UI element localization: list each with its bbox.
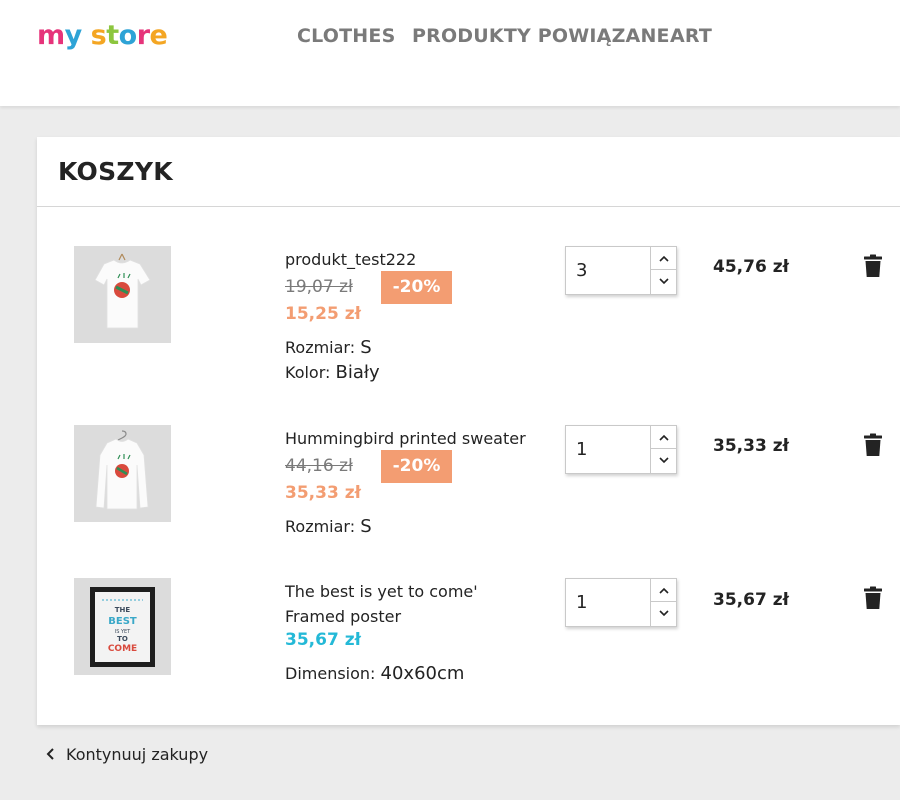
attribute-dimension: Dimension: 40x60cm bbox=[285, 663, 464, 684]
poster-word: TO bbox=[117, 635, 128, 643]
stepper-buttons bbox=[650, 579, 676, 626]
poster-word: THE bbox=[115, 606, 131, 614]
chevron-up-icon bbox=[658, 587, 669, 594]
attribute-value: 40x60cm bbox=[380, 663, 465, 684]
trash-icon[interactable] bbox=[863, 586, 883, 610]
chevron-up-icon bbox=[658, 255, 669, 262]
line-total: 35,33 zł bbox=[713, 436, 789, 456]
chevron-down-icon bbox=[658, 457, 669, 464]
product-name-line: Framed poster bbox=[285, 607, 402, 626]
regular-price: 44,16 zł bbox=[285, 456, 353, 476]
continue-shopping-label: Kontynuuj zakupy bbox=[66, 744, 209, 764]
product-name-line: The best is yet to come' bbox=[285, 582, 478, 601]
attribute-color: Kolor: Biały bbox=[285, 362, 380, 383]
chevron-left-icon bbox=[46, 748, 54, 760]
attribute-label: Rozmiar: bbox=[285, 517, 356, 536]
attribute-size: Rozmiar: S bbox=[285, 516, 372, 537]
attribute-label: Rozmiar: bbox=[285, 338, 356, 357]
quantity-input[interactable] bbox=[567, 248, 649, 293]
discount-badge: -20% bbox=[381, 271, 452, 304]
sweater-image[interactable] bbox=[74, 425, 171, 522]
cart-panel: KOSZYK produkt_test222 19,07 zł -20% 15,… bbox=[37, 137, 900, 725]
quantity-stepper bbox=[565, 425, 677, 474]
attribute-size: Rozmiar: S bbox=[285, 337, 372, 358]
attribute-value: Biały bbox=[335, 362, 380, 383]
chevron-down-icon bbox=[658, 278, 669, 285]
discounted-price: 35,33 zł bbox=[285, 483, 361, 503]
attribute-label: Dimension: bbox=[285, 664, 376, 683]
quantity-increase-button[interactable] bbox=[651, 247, 676, 270]
framed-poster-image[interactable]: THE BEST IS YET TO COME bbox=[74, 578, 171, 675]
discount-badge: -20% bbox=[381, 450, 452, 483]
continue-shopping-link[interactable]: Kontynuuj zakupy bbox=[44, 743, 208, 765]
quantity-input[interactable] bbox=[567, 427, 649, 472]
regular-price: 19,07 zł bbox=[285, 277, 353, 297]
site-header: my store CLOTHES PRODUKTY POWIĄZANE ART bbox=[0, 0, 900, 106]
poster-word: COME bbox=[108, 644, 137, 654]
attribute-label: Kolor: bbox=[285, 363, 331, 382]
quantity-decrease-button[interactable] bbox=[651, 449, 676, 472]
poster-word: BEST bbox=[108, 616, 137, 627]
product-name[interactable]: produkt_test222 bbox=[285, 247, 416, 272]
nav-item-clothes[interactable]: CLOTHES bbox=[297, 25, 395, 47]
quantity-stepper bbox=[565, 578, 677, 627]
attribute-value: S bbox=[360, 516, 372, 537]
trash-icon[interactable] bbox=[863, 433, 883, 457]
tshirt-image[interactable] bbox=[74, 246, 171, 343]
chevron-up-icon bbox=[658, 434, 669, 441]
quantity-stepper bbox=[565, 246, 677, 295]
nav-item-related-products[interactable]: PRODUKTY POWIĄZANE bbox=[412, 25, 670, 47]
quantity-increase-button[interactable] bbox=[651, 579, 676, 602]
cart-title: KOSZYK bbox=[58, 157, 173, 186]
product-name[interactable]: The best is yet to come' Framed poster bbox=[285, 579, 478, 629]
trash-icon[interactable] bbox=[863, 254, 883, 278]
quantity-input[interactable] bbox=[567, 580, 649, 625]
nav-item-art[interactable]: ART bbox=[670, 25, 712, 47]
stepper-buttons bbox=[650, 247, 676, 294]
product-name[interactable]: Hummingbird printed sweater bbox=[285, 426, 526, 451]
line-total: 45,76 zł bbox=[713, 257, 789, 277]
line-total: 35,67 zł bbox=[713, 590, 789, 610]
divider bbox=[37, 206, 900, 207]
quantity-decrease-button[interactable] bbox=[651, 270, 676, 293]
attribute-value: S bbox=[360, 337, 372, 358]
stepper-buttons bbox=[650, 426, 676, 473]
quantity-increase-button[interactable] bbox=[651, 426, 676, 449]
discounted-price: 15,25 zł bbox=[285, 304, 361, 324]
quantity-decrease-button[interactable] bbox=[651, 602, 676, 625]
store-logo[interactable]: my store bbox=[37, 16, 168, 56]
product-price: 35,67 zł bbox=[285, 630, 361, 650]
chevron-down-icon bbox=[658, 610, 669, 617]
